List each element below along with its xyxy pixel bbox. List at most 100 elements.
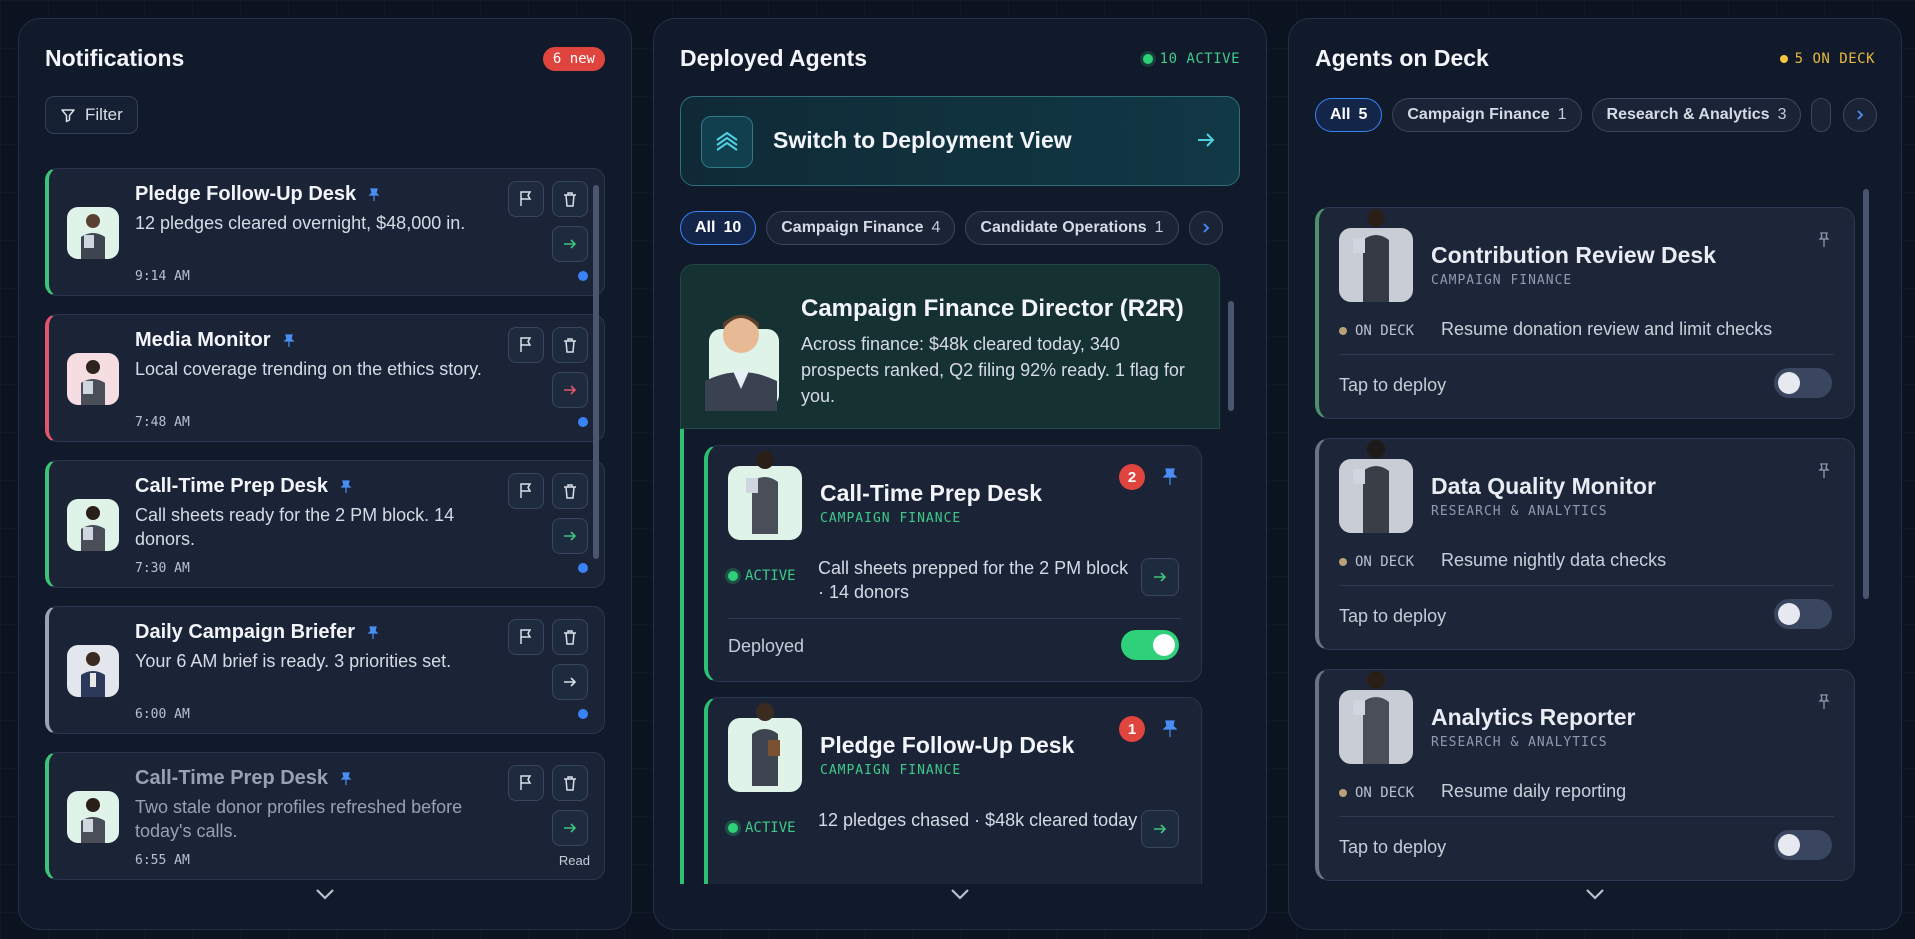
notification-title: Pledge Follow-Up Desk [135,183,380,206]
filter-label: Filter [85,105,123,124]
agent-name: Contribution Review Desk [1431,242,1716,268]
notification-time: 9:14 AM [135,269,190,284]
deployed-label: Deployed [728,636,805,656]
delete-button[interactable] [552,619,588,655]
open-button[interactable] [552,226,588,262]
agent-description: Call sheets prepped for the 2 PM block ·… [818,558,1129,602]
deck-agent-card[interactable]: Data Quality Monitor RESEARCH & ANALYTIC… [1315,438,1855,650]
filter-button[interactable]: Filter [45,96,138,134]
avatar [67,499,119,551]
deploy-toggle[interactable] [1121,630,1179,660]
open-agent-button[interactable] [1141,810,1179,848]
pin-icon [283,333,294,347]
agent-name: Analytics Reporter [1431,704,1636,730]
notification-title: Daily Campaign Briefer [135,621,379,644]
chip-campaign-finance[interactable]: Campaign Finance 4 [766,211,956,245]
chip-all[interactable]: All 10 [680,211,757,245]
deck-category-chips: All 5 Campaign Finance 1 Research & Analyt… [1315,98,1832,132]
chip-candidate-operations[interactable]: Candidate Operations 1 [965,211,1179,245]
deck-agent-card[interactable]: Contribution Review Desk CAMPAIGN FINANC… [1315,207,1855,419]
chevron-right-icon [1857,110,1864,120]
agent-category: CAMPAIGN FINANCE [1431,273,1573,288]
flag-button[interactable] [508,473,544,509]
agent-description: 12 pledges chased · $48k cleared today [818,810,1138,830]
open-button[interactable] [552,664,588,700]
trash-icon [564,192,576,207]
notification-item[interactable]: Media Monitor Local coverage trending on… [45,314,605,442]
chevron-down-icon[interactable] [314,887,336,901]
pin-icon[interactable] [1818,694,1830,710]
deployed-scrollbar[interactable] [1228,287,1234,887]
active-count: 10 ACTIVE [1159,51,1240,67]
deployed-title: Deployed Agents [680,45,868,71]
notification-item[interactable]: Pledge Follow-Up Desk 12 pledges cleared… [45,168,605,296]
notification-time: 6:55 AM [135,853,190,868]
chip-partial[interactable] [1811,98,1832,132]
open-button[interactable] [552,810,588,846]
notification-item[interactable]: Call-Time Prep Desk Two stale donor prof… [45,752,605,880]
divider [1339,585,1834,586]
flag-button[interactable] [508,619,544,655]
on-deck-status: 5 ON DECK [1779,51,1875,67]
delete-button[interactable] [552,473,588,509]
agent-name: Call-Time Prep Desk [820,480,1043,506]
agents-on-deck-panel: Agents on Deck 5 ON DECK All 5 Campaign F… [1288,18,1902,930]
agent-card[interactable]: Call-Time Prep Desk CAMPAIGN FINANCE 2 A… [704,445,1202,682]
switch-deployment-view-button[interactable]: Switch to Deployment View [680,96,1240,186]
pin-icon [367,625,379,639]
notification-item[interactable]: Daily Campaign Briefer Your 6 AM brief i… [45,606,605,734]
delete-button[interactable] [552,181,588,217]
tap-to-deploy-label: Tap to deploy [1339,606,1447,626]
divider [728,618,1181,619]
scroll-thumb[interactable] [1863,189,1869,599]
chips-next-button[interactable] [1843,98,1877,132]
director-card[interactable]: Campaign Finance Director (R2R) Across f… [680,264,1220,429]
chevron-down-icon[interactable] [949,887,971,901]
deck-scrollbar[interactable] [1863,177,1869,877]
open-button[interactable] [552,518,588,554]
deck-agent-card[interactable]: Analytics Reporter RESEARCH & ANALYTICS … [1315,669,1855,881]
chips-next-button[interactable] [1188,211,1223,245]
delete-button[interactable] [552,327,588,363]
open-agent-button[interactable] [1141,558,1179,596]
flag-button[interactable] [508,765,544,801]
deploy-toggle[interactable] [1774,368,1832,398]
chip-all[interactable]: All 5 [1315,98,1383,132]
agent-state: ACTIVE [728,820,796,836]
chevron-right-icon [1202,223,1209,233]
notification-item[interactable]: Call-Time Prep Desk Call sheets ready fo… [45,460,605,588]
agent-category: CAMPAIGN FINANCE [820,763,962,778]
notification-time: 7:48 AM [135,415,190,430]
delete-button[interactable] [552,765,588,801]
notification-body: 12 pledges cleared overnight, $48,000 in… [135,213,466,233]
open-button[interactable] [552,372,588,408]
chip-campaign-finance[interactable]: Campaign Finance 1 [1392,98,1582,132]
arrow-right-icon [564,531,577,541]
agent-card[interactable]: Pledge Follow-Up Desk CAMPAIGN FINANCE 1… [704,697,1202,884]
deploy-toggle[interactable] [1774,830,1832,860]
pin-icon[interactable] [1818,463,1830,479]
trash-icon [564,338,576,353]
flag-button[interactable] [508,327,544,363]
flag-button[interactable] [508,181,544,217]
pin-icon[interactable] [1818,232,1830,248]
tap-to-deploy-label: Tap to deploy [1339,837,1447,857]
agent-name: Data Quality Monitor [1431,473,1656,499]
arrow-right-icon [564,239,577,249]
scroll-thumb[interactable] [1228,301,1234,411]
pin-icon [340,479,352,493]
notification-scrollbar[interactable] [593,169,599,869]
chip-research-analytics[interactable]: Research & Analytics 3 [1591,98,1802,132]
deploy-toggle[interactable] [1774,599,1832,629]
pin-icon[interactable] [1163,720,1177,738]
unread-dot [578,271,588,281]
pin-icon[interactable] [1163,468,1177,486]
scroll-thumb[interactable] [593,185,599,559]
agent-count-badge: 2 [1119,464,1145,490]
read-label: Read [558,853,590,868]
notification-body: Two stale donor profiles refreshed befor… [135,797,463,841]
notification-body: Your 6 AM brief is ready. 3 priorities s… [135,651,452,671]
new-count-badge: 6 new [542,47,605,71]
agent-state: ON DECK [1339,785,1414,801]
chevron-down-icon[interactable] [1584,887,1606,901]
